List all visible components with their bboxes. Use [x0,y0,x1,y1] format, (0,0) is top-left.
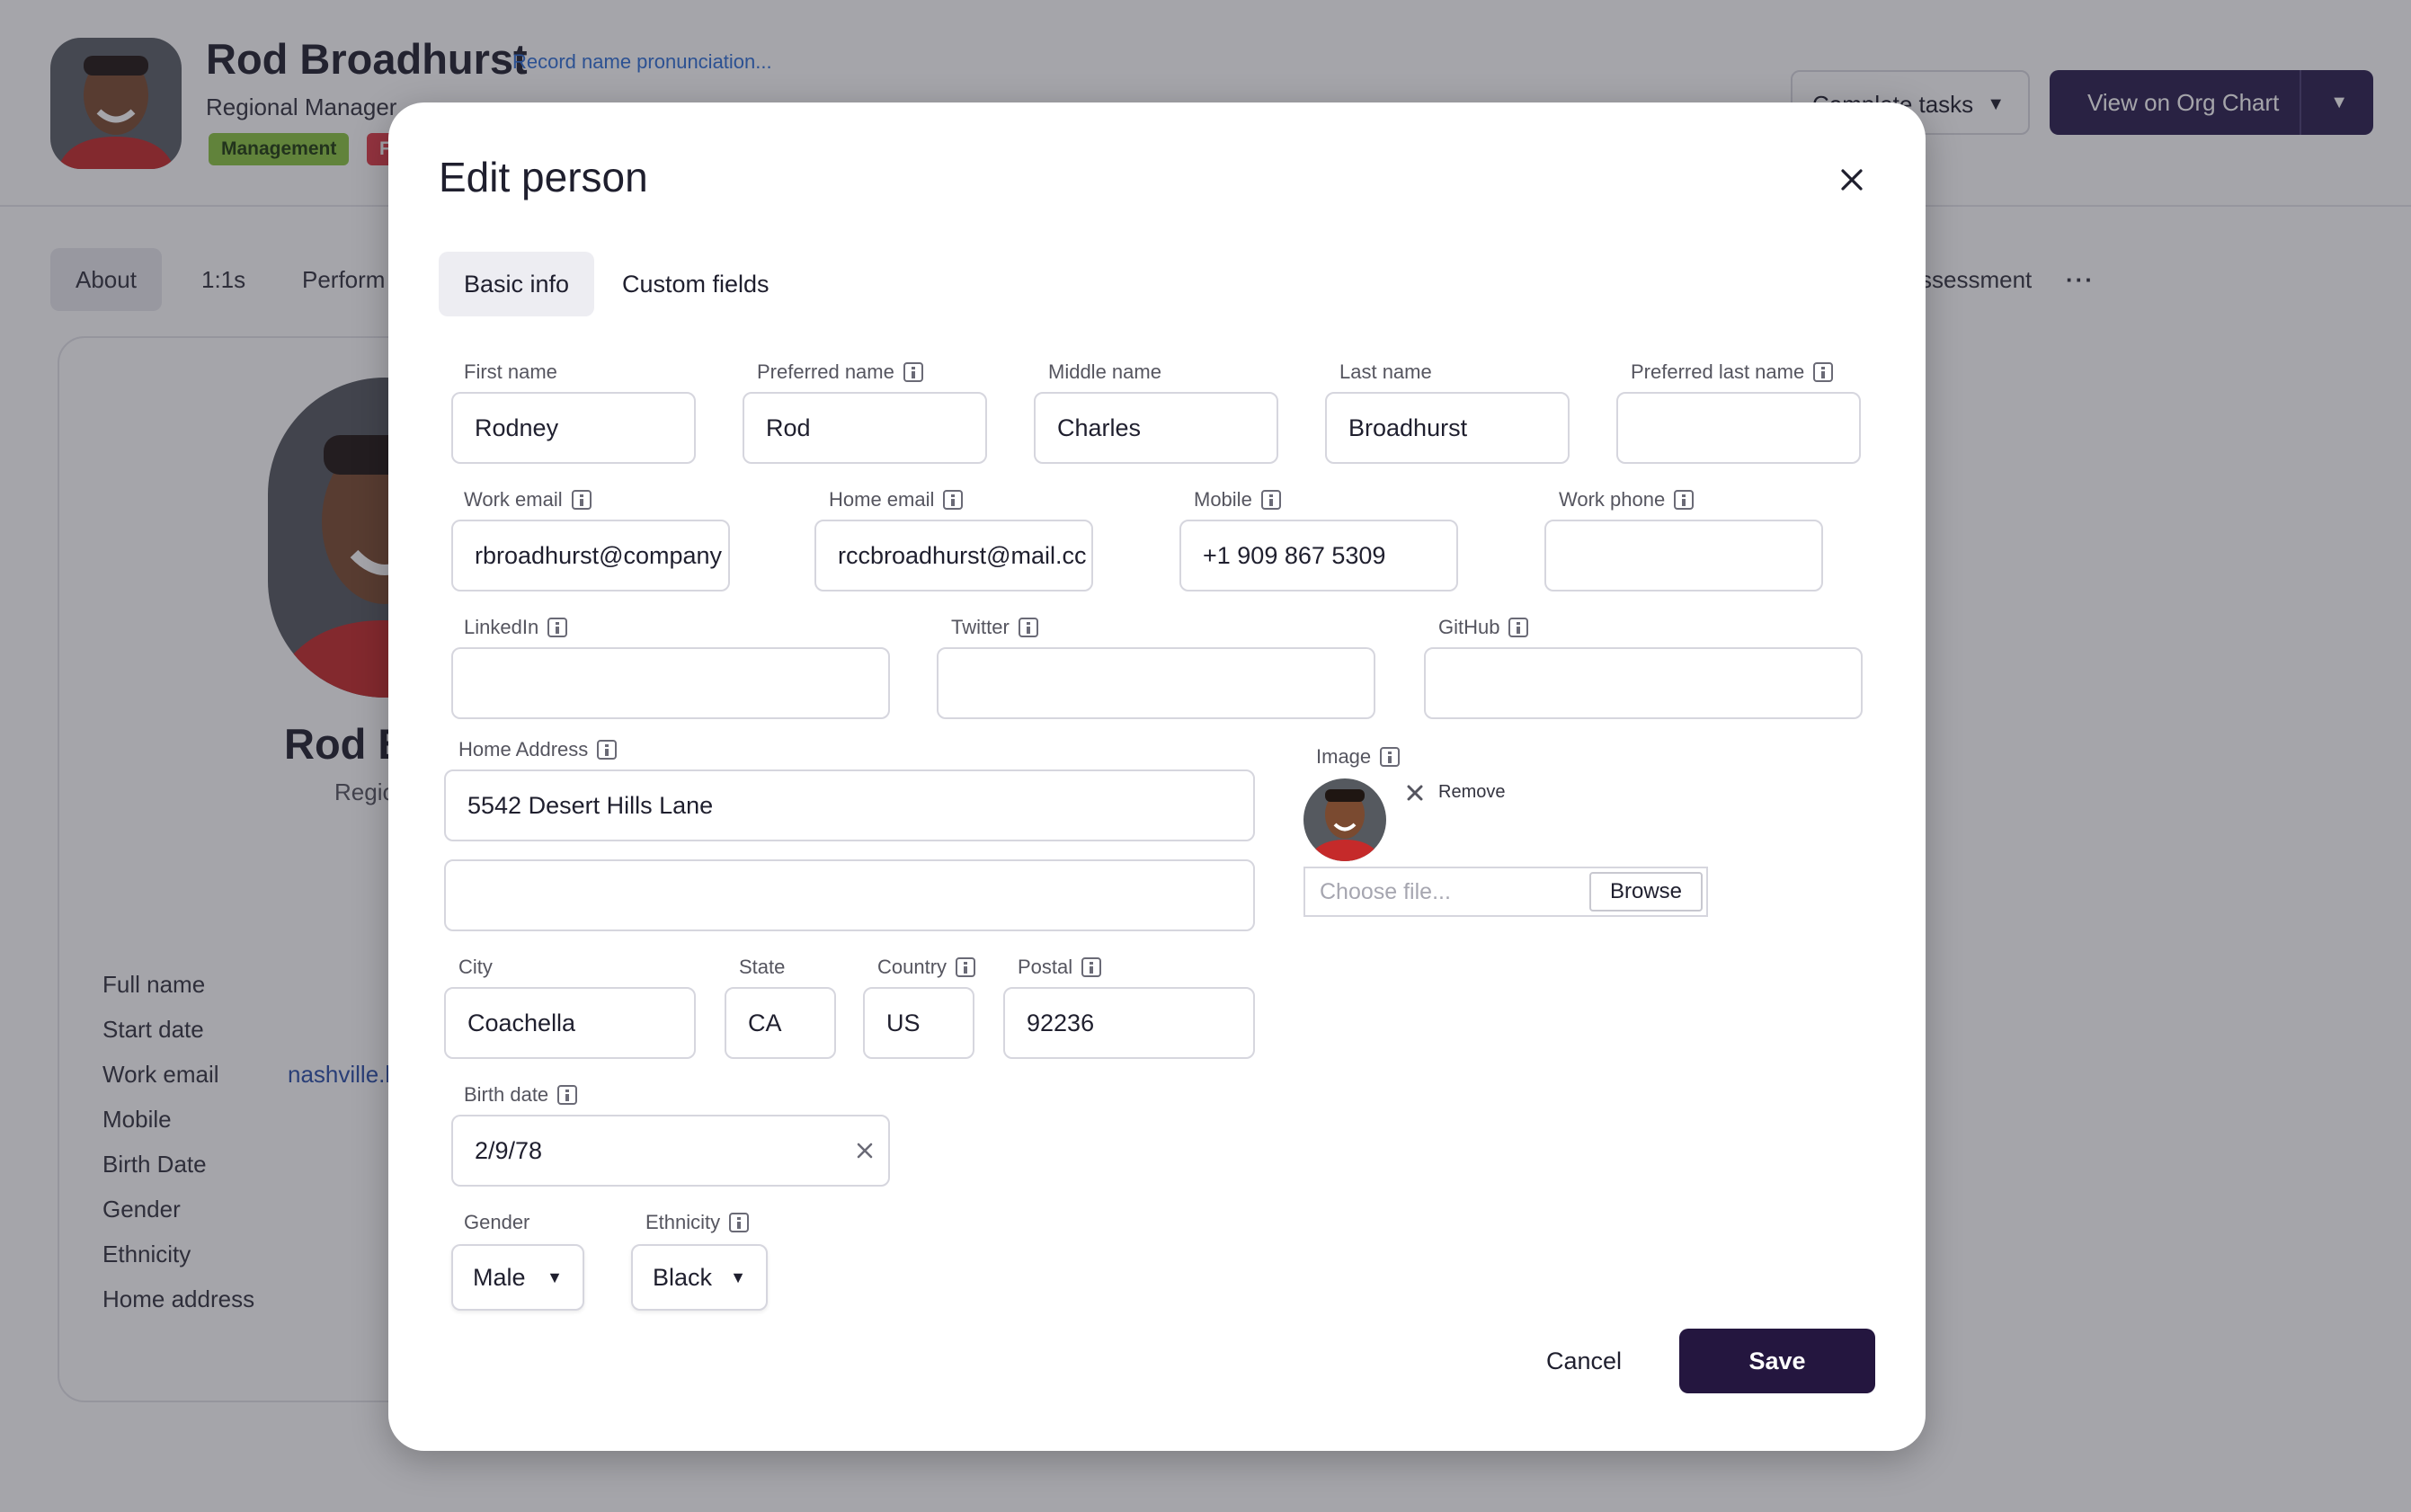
info-icon[interactable] [1018,618,1038,637]
info-icon[interactable] [557,1085,578,1105]
clear-date-icon[interactable] [850,1136,879,1165]
country-input[interactable]: US [863,987,974,1059]
home-address-line2-input[interactable] [444,859,1255,931]
state-input[interactable]: CA [725,987,836,1059]
remove-image-link[interactable]: Remove [1438,782,1505,803]
info-icon[interactable] [1508,618,1529,637]
work-phone-input[interactable] [1544,520,1823,591]
linkedin-input[interactable] [451,647,890,719]
info-icon[interactable] [1081,957,1102,977]
state-label: State [739,956,786,978]
info-icon[interactable] [597,740,618,760]
home-email-input[interactable]: rccbroadhurst@mail.cc [814,520,1093,591]
github-label: GitHub [1438,615,1529,640]
info-icon[interactable] [1380,747,1401,767]
city-input[interactable]: Coachella [444,987,696,1059]
twitter-input[interactable] [937,647,1375,719]
image-thumbnail [1303,778,1386,861]
home-address-label: Home Address [458,737,618,762]
last-name-label: Last name [1339,360,1432,383]
caret-down-icon: ▼ [547,1268,563,1286]
ethnicity-select[interactable]: Black ▼ [631,1244,768,1311]
info-icon[interactable] [729,1213,750,1232]
info-icon[interactable] [1260,490,1281,510]
twitter-label: Twitter [951,615,1038,640]
info-icon[interactable] [571,490,592,510]
info-icon[interactable] [1813,362,1834,382]
mobile-label: Mobile [1194,487,1281,512]
info-icon[interactable] [956,957,976,977]
home-address-line1-input[interactable]: 5542 Desert Hills Lane [444,769,1255,841]
info-icon[interactable] [943,490,964,510]
preferred-last-name-label: Preferred last name [1631,360,1834,385]
edit-person-modal: Edit person Basic info Custom fields Fir… [388,102,1926,1451]
last-name-input[interactable]: Broadhurst [1325,392,1570,464]
github-input[interactable] [1424,647,1863,719]
gender-select[interactable]: Male ▼ [451,1244,584,1311]
browse-button[interactable]: Browse [1589,872,1703,912]
preferred-name-input[interactable]: Rod [743,392,987,464]
first-name-label: First name [464,360,557,383]
caret-down-icon: ▼ [730,1268,746,1286]
work-email-label: Work email [464,487,592,512]
birth-date-label: Birth date [464,1082,578,1107]
work-phone-label: Work phone [1559,487,1695,512]
info-icon[interactable] [1674,490,1695,510]
work-email-input[interactable]: rbroadhurst@company [451,520,730,591]
first-name-input[interactable]: Rodney [451,392,696,464]
image-label: Image [1316,744,1401,769]
image-file-picker[interactable]: Choose file... Browse [1303,867,1708,917]
preferred-name-label: Preferred name [757,360,923,385]
preferred-last-name-input[interactable] [1616,392,1861,464]
close-icon [1841,169,1863,191]
middle-name-label: Middle name [1048,360,1161,383]
birth-date-input[interactable]: 2/9/78 [451,1115,890,1187]
close-button[interactable] [1827,155,1877,205]
tab-basic-info[interactable]: Basic info [439,252,595,316]
info-icon[interactable] [547,618,568,637]
postal-input[interactable]: 92236 [1003,987,1255,1059]
file-placeholder: Choose file... [1320,879,1451,904]
tab-custom-fields[interactable]: Custom fields [622,252,770,316]
gender-label: Gender [464,1211,530,1233]
country-label: Country [877,955,976,980]
middle-name-input[interactable]: Charles [1034,392,1278,464]
home-email-label: Home email [829,487,964,512]
modal-title: Edit person [439,154,648,200]
remove-image-icon[interactable] [1404,782,1426,804]
cancel-button[interactable]: Cancel [1512,1329,1656,1393]
ethnicity-label: Ethnicity [645,1210,750,1235]
mobile-input[interactable]: +1 909 867 5309 [1179,520,1458,591]
postal-label: Postal [1018,955,1102,980]
city-label: City [458,956,493,978]
save-button[interactable]: Save [1679,1329,1875,1393]
info-icon[interactable] [903,362,923,382]
linkedin-label: LinkedIn [464,615,568,640]
